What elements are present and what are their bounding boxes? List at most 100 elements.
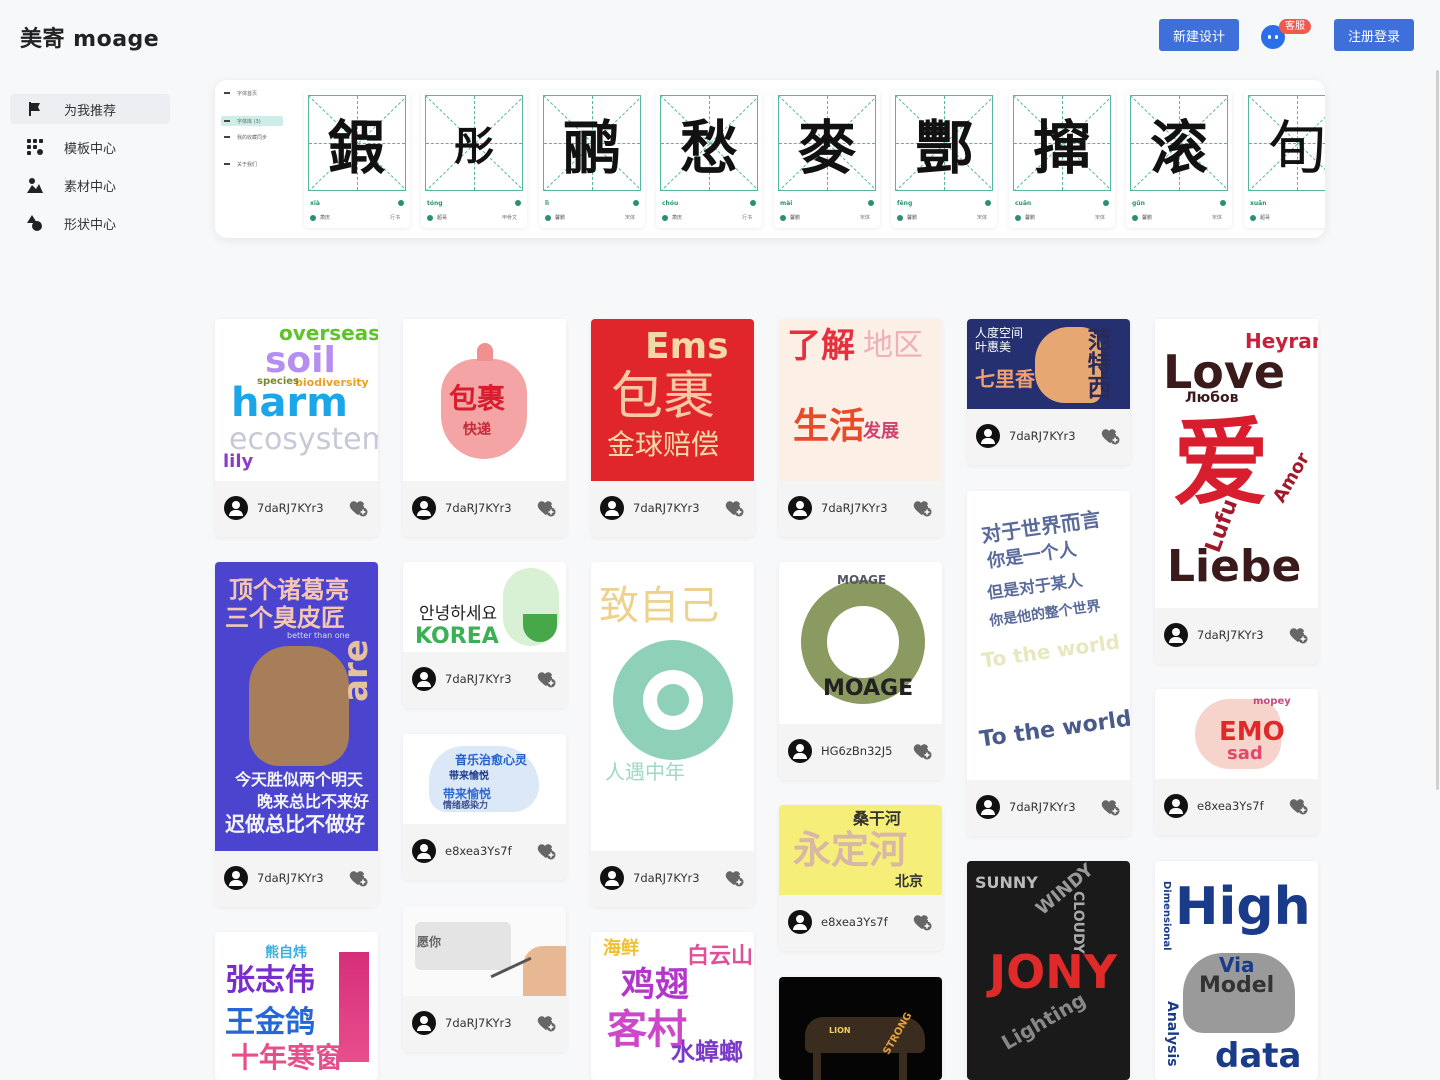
gallery-card[interactable]: STRONG LION: [779, 977, 942, 1080]
author-name[interactable]: e8xea3Ys7f: [821, 915, 888, 929]
font-card[interactable]: 撺 cuān 馨鹏 宋体: [1009, 90, 1115, 228]
font-add-icon[interactable]: [750, 200, 756, 206]
user-avatar-icon[interactable]: [1164, 623, 1188, 647]
like-icon[interactable]: [348, 868, 368, 888]
user-avatar-icon[interactable]: [976, 795, 1000, 819]
font-add-icon[interactable]: [868, 200, 874, 206]
scrollbar[interactable]: [1436, 70, 1439, 790]
user-avatar-icon[interactable]: [412, 839, 436, 863]
author-name[interactable]: e8xea3Ys7f: [1197, 799, 1264, 813]
author-name[interactable]: 7daRJ7KYr3: [633, 501, 700, 515]
gallery-card[interactable]: 对于世界而言 你是一个人 但是对于某人 你是他的整个世界 To the worl…: [967, 491, 1130, 836]
gallery-card[interactable]: 包裹 快递 7daRJ7KYr3: [403, 319, 566, 537]
gallery-card[interactable]: High Dimensional Via Model Analysis data: [1155, 861, 1318, 1080]
font-card[interactable]: 愁 chóu 萧庆 行书: [656, 90, 762, 228]
font-add-icon[interactable]: [398, 200, 404, 206]
user-avatar-icon[interactable]: [788, 739, 812, 763]
font-add-icon[interactable]: [1220, 200, 1226, 206]
author-name[interactable]: 7daRJ7KYr3: [821, 501, 888, 515]
user-avatar-icon[interactable]: [224, 496, 248, 520]
user-avatar-icon[interactable]: [412, 1011, 436, 1035]
sidebar-item-materials[interactable]: 素材中心: [10, 170, 170, 200]
user-avatar-icon[interactable]: [600, 866, 624, 890]
gallery-card[interactable]: 桑干河 永定河 北京 e8xea3Ys7f: [779, 805, 942, 951]
font-card[interactable]: 彤 tóng 超哥 甲骨文: [421, 90, 527, 228]
like-icon[interactable]: [536, 669, 556, 689]
author-name[interactable]: 7daRJ7KYr3: [445, 501, 512, 515]
author-name[interactable]: 7daRJ7KYr3: [1009, 429, 1076, 443]
wordcloud-word: 人遇中年: [605, 760, 685, 784]
font-menu-about[interactable]: 关于我们: [221, 159, 283, 169]
like-icon[interactable]: [536, 1013, 556, 1033]
like-icon[interactable]: [1100, 426, 1120, 446]
font-add-icon[interactable]: [633, 200, 639, 206]
author-name[interactable]: 7daRJ7KYr3: [257, 871, 324, 885]
author-name[interactable]: 7daRJ7KYr3: [445, 1016, 512, 1030]
card-footer: 7daRJ7KYr3: [967, 780, 1130, 836]
like-icon[interactable]: [724, 868, 744, 888]
like-icon[interactable]: [1288, 625, 1308, 645]
gallery-card[interactable]: 人度空间 叶惠美 范特西 七里香 7daRJ7KYr3: [967, 319, 1130, 465]
sidebar-item-shapes[interactable]: 形状中心: [10, 208, 170, 238]
font-card[interactable]: 滚 gǔn 馨鹏 宋体: [1126, 90, 1232, 228]
user-avatar-icon[interactable]: [600, 496, 624, 520]
like-icon[interactable]: [536, 841, 556, 861]
gallery-card[interactable]: 愿你 7daRJ7KYr3: [403, 906, 566, 1052]
gallery-card[interactable]: overseas soil harm ecosystem lily biodiv…: [215, 319, 378, 537]
like-icon[interactable]: [348, 498, 368, 518]
font-menu-home[interactable]: 字体首页: [221, 88, 283, 98]
user-avatar-icon[interactable]: [412, 667, 436, 691]
customer-service-badge[interactable]: 客服: [1279, 19, 1311, 34]
user-avatar-icon[interactable]: [1164, 794, 1188, 818]
gallery-card[interactable]: 音乐治愈心灵 带来愉悦 带来愉悦 情绪感染力 e8xea3Ys7f: [403, 734, 566, 880]
login-button[interactable]: 注册登录: [1334, 19, 1414, 51]
author-name[interactable]: HG6zBn32J5: [821, 744, 892, 758]
gallery-card[interactable]: 了解 地区 生活 发展 7daRJ7KYr3: [779, 319, 942, 537]
gallery-card[interactable]: 致自己 人遇中年 7daRJ7KYr3: [591, 562, 754, 907]
sidebar-item-recommend[interactable]: 为我推荐: [10, 94, 170, 124]
gallery-card[interactable]: SUNNY WINDY CLOUDY JONY Lighting: [967, 861, 1130, 1080]
font-add-icon[interactable]: [985, 200, 991, 206]
like-icon[interactable]: [912, 741, 932, 761]
sidebar-item-templates[interactable]: 模板中心: [10, 132, 170, 162]
gallery-card[interactable]: Heyran Love Любов 爱 Amor Lufu Liebe 7daR…: [1155, 319, 1318, 664]
gallery-card[interactable]: 海鲜 鸡翅 白云山 客村 水蟑螂: [591, 932, 754, 1080]
font-card[interactable]: 酆 fēng 馨鹏 宋体: [891, 90, 997, 228]
gallery-card[interactable]: mopey EMO sad e8xea3Ys7f: [1155, 689, 1318, 835]
user-avatar-icon[interactable]: [412, 496, 436, 520]
gallery-card[interactable]: 안녕하세요 KOREA 7daRJ7KYr3: [403, 562, 566, 708]
font-add-icon[interactable]: [515, 200, 521, 206]
font-card[interactable]: 麥 mài 馨鹏 宋体: [774, 90, 880, 228]
gallery-card[interactable]: Ems 包裹 金球赔偿 7daRJ7KYr3: [591, 319, 754, 537]
author-name[interactable]: 7daRJ7KYr3: [1197, 628, 1264, 642]
like-icon[interactable]: [912, 498, 932, 518]
user-avatar-icon[interactable]: [224, 866, 248, 890]
like-icon[interactable]: [724, 498, 744, 518]
new-design-button[interactable]: 新建设计: [1159, 19, 1239, 51]
author-name[interactable]: 7daRJ7KYr3: [257, 501, 324, 515]
user-avatar-icon[interactable]: [976, 424, 1000, 448]
user-avatar-icon[interactable]: [788, 910, 812, 934]
wordcloud-word: 愿你: [417, 935, 442, 949]
font-menu-favorites[interactable]: 我的收藏同步: [221, 132, 283, 142]
font-card[interactable]: 鍜 xià 萧庆 行书: [304, 90, 410, 228]
author-name[interactable]: 7daRJ7KYr3: [445, 672, 512, 686]
like-icon[interactable]: [912, 912, 932, 932]
like-icon[interactable]: [1288, 796, 1308, 816]
font-card[interactable]: 鹂 lì 馨鹏 宋体: [539, 90, 645, 228]
gallery-card[interactable]: MOAGE MOAGE HG6zBn32J5: [779, 562, 942, 780]
font-glyph: 酆: [914, 114, 973, 182]
like-icon[interactable]: [1100, 797, 1120, 817]
author-name[interactable]: e8xea3Ys7f: [445, 844, 512, 858]
user-avatar-icon[interactable]: [788, 496, 812, 520]
author-name[interactable]: 7daRJ7KYr3: [1009, 800, 1076, 814]
like-icon[interactable]: [536, 498, 556, 518]
gallery-card[interactable]: 熊自炜 张志伟 王金鸽 十年寒窗: [215, 932, 378, 1080]
font-style: 行书: [389, 215, 400, 221]
author-name[interactable]: 7daRJ7KYr3: [633, 871, 700, 885]
font-add-icon[interactable]: [1103, 200, 1109, 206]
font-card[interactable]: 旬 xuān 超哥 甲骨: [1244, 90, 1325, 228]
logo[interactable]: 美寄 moage: [20, 21, 159, 53]
font-menu-library[interactable]: 字体库 (3): [221, 116, 283, 126]
gallery-card[interactable]: 顶个诸葛亮 三个臭皮匠 are better than one 今天胜似两个明天…: [215, 562, 378, 907]
